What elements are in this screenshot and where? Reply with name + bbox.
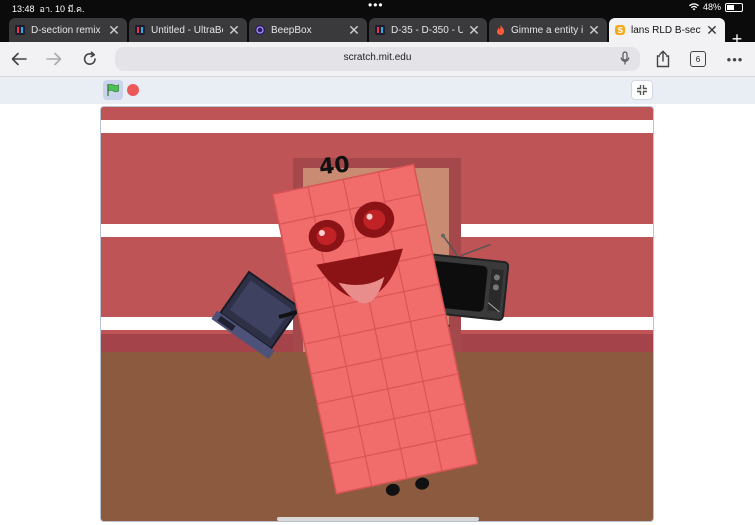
tab-lans-rld-b-section[interactable]: S lans RLD B-sectio ✕ bbox=[609, 18, 725, 42]
home-indicator[interactable] bbox=[277, 517, 479, 521]
back-arrow-icon[interactable] bbox=[10, 50, 28, 68]
scratch-player-controls bbox=[0, 77, 755, 104]
fire-icon bbox=[495, 25, 505, 35]
microphone-icon[interactable] bbox=[620, 51, 630, 66]
close-tab-icon[interactable]: ✕ bbox=[467, 22, 481, 38]
reload-icon[interactable] bbox=[81, 50, 99, 68]
exit-fullscreen-button[interactable] bbox=[631, 80, 653, 100]
multitasking-dots-icon[interactable]: ••• bbox=[368, 0, 384, 12]
wall-stripe-top bbox=[101, 120, 653, 133]
status-bar: 13:48 อา. 10 มี.ค. ••• 48% bbox=[0, 0, 755, 14]
close-tab-icon[interactable]: ✕ bbox=[705, 22, 719, 38]
url-text: scratch.mit.edu bbox=[343, 52, 412, 63]
tab-beepbox[interactable]: BeepBox ✕ bbox=[249, 18, 367, 42]
ultrabox-icon bbox=[135, 25, 145, 35]
tab-overview-button[interactable]: 6 bbox=[690, 51, 706, 67]
ultrabox-icon bbox=[15, 25, 25, 35]
battery-percent: 48% bbox=[702, 2, 721, 12]
forward-arrow-icon[interactable] bbox=[45, 50, 63, 68]
wifi-icon bbox=[688, 3, 699, 11]
tab-d35-ultrabox[interactable]: D-35 - D-350 - U ✕ bbox=[369, 18, 487, 42]
close-tab-icon[interactable]: ✕ bbox=[587, 22, 601, 38]
address-bar[interactable]: scratch.mit.edu bbox=[115, 47, 640, 71]
tab-bar: D-section remix i ✕ Untitled - UltraBo ✕… bbox=[0, 14, 755, 48]
more-options-icon[interactable]: ••• bbox=[726, 50, 744, 68]
tab-label: D-section remix i bbox=[31, 24, 103, 36]
close-tab-icon[interactable]: ✕ bbox=[347, 22, 361, 38]
ceiling-stripe bbox=[101, 107, 653, 119]
shrink-arrows-icon bbox=[637, 85, 647, 95]
close-tab-icon[interactable]: ✕ bbox=[227, 22, 241, 38]
stop-button[interactable] bbox=[127, 84, 139, 96]
battery-icon bbox=[725, 2, 743, 12]
scratch-stage[interactable]: 40 bbox=[100, 106, 654, 522]
ultrabox-icon bbox=[375, 25, 385, 35]
status-right: 48% bbox=[688, 2, 743, 12]
browser-toolbar: scratch.mit.edu 6 ••• bbox=[0, 42, 755, 77]
green-flag-button[interactable] bbox=[103, 80, 123, 100]
tab-label: D-35 - D-350 - U bbox=[391, 24, 463, 36]
scratch-icon: S bbox=[615, 25, 625, 35]
green-flag-icon bbox=[107, 83, 119, 96]
tab-gimme-entity[interactable]: Gimme a entity in ✕ bbox=[489, 18, 607, 42]
share-icon[interactable] bbox=[654, 50, 672, 68]
tab-untitled-ultrabox[interactable]: Untitled - UltraBo ✕ bbox=[129, 18, 247, 42]
tab-label: lans RLD B-sectio bbox=[631, 24, 701, 36]
beepbox-icon bbox=[255, 25, 265, 35]
svg-text:S: S bbox=[618, 26, 624, 34]
close-tab-icon[interactable]: ✕ bbox=[107, 22, 121, 38]
tab-label: BeepBox bbox=[271, 24, 312, 36]
tab-label: Untitled - UltraBo bbox=[151, 24, 223, 36]
number-label: 40 bbox=[318, 152, 351, 180]
tab-label: Gimme a entity in bbox=[511, 24, 583, 36]
tab-d-section-remix[interactable]: D-section remix i ✕ bbox=[9, 18, 127, 42]
